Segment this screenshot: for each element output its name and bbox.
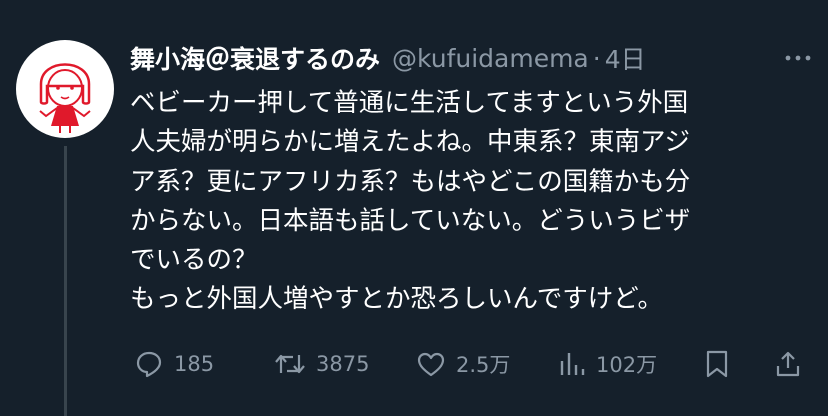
header-separator: ·	[592, 43, 601, 73]
tweet-text-line: もっと外国人増やすとか恐ろしいんですけど。	[130, 284, 663, 315]
author-handle[interactable]: @kufuidamema	[392, 44, 589, 73]
tweet-text: ベビーカー押して普通に生活してますという外国 人夫婦が明らかに増えたよね。中東系…	[130, 84, 820, 320]
more-options-button[interactable]	[784, 48, 812, 68]
more-icon	[785, 55, 811, 61]
heart-icon	[417, 352, 445, 377]
avatar[interactable]	[16, 40, 114, 138]
share-button[interactable]	[774, 344, 802, 384]
thread-line	[64, 146, 67, 416]
like-button[interactable]: 2.5万	[416, 344, 510, 384]
views-button[interactable]: 102万	[558, 344, 657, 384]
repost-button[interactable]: 3875	[274, 344, 369, 384]
author-display-name[interactable]: 舞小海＠衰退するのみ	[130, 40, 380, 76]
action-bar: 185 3875 2.5万 102万	[130, 344, 820, 384]
tweet-text-line: 人夫婦が明らかに増えたよね。中東系？東南アジ	[130, 127, 690, 158]
like-count: 2.5万	[456, 353, 511, 377]
tweet-text-line: ア系？更にアフリカ系？もはやどこの国籍かも分	[130, 166, 691, 197]
reply-button[interactable]: 185	[134, 344, 214, 384]
bookmark-icon	[706, 350, 728, 378]
repost-count: 3875	[316, 352, 370, 376]
tweet-timestamp[interactable]: 4日	[605, 40, 646, 76]
tweet-text-line: ベビーカー押して普通に生活してますという外国	[130, 88, 689, 118]
tweet-text-line: でいるの？	[130, 245, 258, 276]
views-count: 102万	[596, 353, 658, 377]
tweet-text-line: からない。日本語も話していない。どういうビザ	[130, 205, 691, 236]
reply-count: 185	[174, 352, 215, 376]
views-icon	[560, 353, 585, 375]
share-icon	[776, 351, 800, 377]
reply-icon	[136, 351, 162, 378]
repost-icon	[275, 354, 305, 374]
avatar-illustration-icon	[39, 63, 91, 133]
bookmark-button[interactable]	[704, 344, 730, 384]
tweet-header: 舞小海＠衰退するのみ @kufuidamema · 4日	[130, 40, 646, 76]
